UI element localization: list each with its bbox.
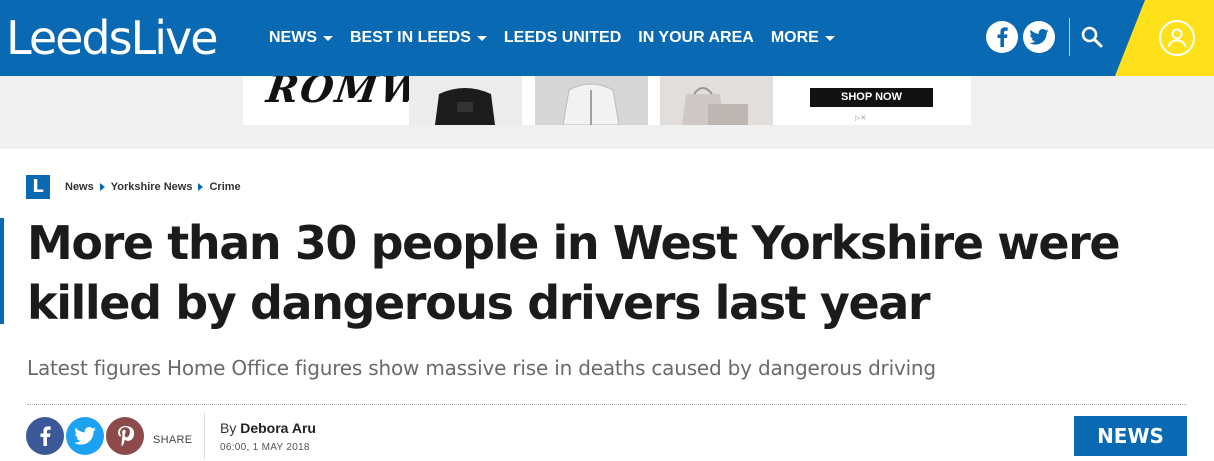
facebook-icon xyxy=(40,426,51,446)
breadcrumb-item[interactable]: News xyxy=(65,181,94,193)
advert-banner[interactable]: ROMWE SHOP NOW ▷✕ xyxy=(243,76,971,125)
nav-label: LEEDS UNITED xyxy=(503,29,622,46)
breadcrumb-item[interactable]: Yorkshire News xyxy=(111,181,193,193)
main-nav: NEWS BEST IN LEEDS LEEDS UNITED IN YOUR … xyxy=(269,0,852,76)
share-label: SHARE xyxy=(153,434,193,446)
article-headline: More than 30 people in West Yorkshire we… xyxy=(27,216,1121,330)
nav-item-more[interactable]: MORE xyxy=(771,29,835,47)
brand-mark-icon[interactable]: L xyxy=(26,175,50,199)
chevron-down-icon xyxy=(824,35,835,41)
ad-shop-now-button[interactable]: SHOP NOW xyxy=(810,88,933,107)
publish-date: 06:00, 1 MAY 2018 xyxy=(220,442,310,453)
share-twitter-button[interactable] xyxy=(66,417,104,455)
pinterest-icon xyxy=(118,426,134,447)
site-header: LeedsLive NEWS BEST IN LEEDS LEEDS UNITE… xyxy=(0,0,1214,76)
article-standfirst: Latest figures Home Office figures show … xyxy=(27,356,936,380)
chevron-right-icon xyxy=(99,183,105,191)
ad-product-image xyxy=(535,76,648,125)
nav-label: IN YOUR AREA xyxy=(638,29,754,46)
nav-item-leeds-united[interactable]: LEEDS UNITED xyxy=(504,29,621,47)
share-pinterest-button[interactable] xyxy=(106,417,144,455)
nav-item-best-in-leeds[interactable]: BEST IN LEEDS xyxy=(350,29,487,47)
breadcrumb: L News Yorkshire News Crime xyxy=(26,175,247,199)
nav-label: NEWS xyxy=(269,29,317,46)
divider xyxy=(27,404,1187,405)
byline-prefix: By xyxy=(220,420,237,436)
share-facebook-button[interactable] xyxy=(26,417,64,455)
chevron-down-icon xyxy=(476,35,487,41)
divider xyxy=(204,413,205,459)
headline-accent-bar xyxy=(0,218,4,324)
section-badge[interactable]: NEWS xyxy=(1074,416,1187,456)
nav-label: BEST IN LEEDS xyxy=(350,29,471,46)
breadcrumb-item[interactable]: Crime xyxy=(209,181,240,193)
twitter-icon xyxy=(74,427,96,445)
header-divider xyxy=(1069,18,1070,56)
ad-product-image xyxy=(660,76,773,125)
ad-strip: ROMWE SHOP NOW ▷✕ xyxy=(0,76,1214,149)
site-logo[interactable]: LeedsLive xyxy=(6,10,219,66)
nav-label: MORE xyxy=(770,29,819,46)
adchoices-icon[interactable]: ▷✕ xyxy=(855,114,866,122)
twitter-icon[interactable] xyxy=(1023,21,1055,53)
facebook-icon[interactable] xyxy=(986,21,1018,53)
user-icon[interactable] xyxy=(1159,20,1195,56)
author-link[interactable]: Debora Aru xyxy=(240,420,316,436)
nav-item-news[interactable]: NEWS xyxy=(269,29,333,47)
ad-product-image xyxy=(409,76,522,125)
byline: By Debora Aru xyxy=(220,420,316,436)
chevron-down-icon xyxy=(323,35,333,41)
nav-item-in-your-area[interactable]: IN YOUR AREA xyxy=(638,29,754,47)
chevron-right-icon xyxy=(198,183,204,191)
search-icon[interactable] xyxy=(1080,25,1104,49)
